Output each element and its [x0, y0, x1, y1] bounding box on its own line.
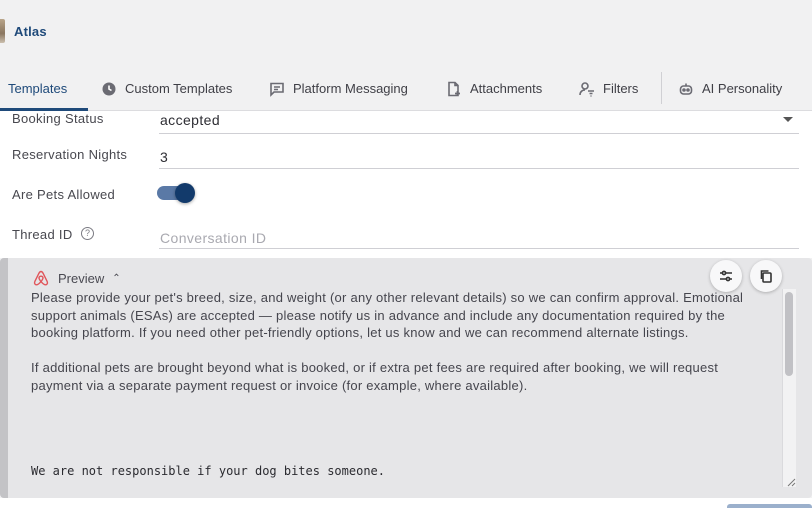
- booking-status-value: accepted: [160, 112, 221, 128]
- resize-handle-icon[interactable]: [786, 477, 796, 487]
- thread-id-label: Thread ID: [12, 227, 73, 242]
- preview-paragraph: If additional pets are brought beyond wh…: [31, 360, 719, 393]
- copy-icon: [760, 270, 772, 283]
- clock-icon: [102, 82, 116, 95]
- preview-header[interactable]: Preview ⌃: [32, 270, 121, 286]
- tab-filters[interactable]: Filters: [579, 66, 638, 111]
- tab-label: Filters: [603, 81, 639, 96]
- preview-paragraph: Please provide your pet's breed, size, a…: [31, 290, 744, 340]
- tab-label: Platform Messaging: [293, 81, 408, 96]
- tab-divider: [661, 72, 662, 104]
- tab-templates[interactable]: Templates: [8, 66, 67, 111]
- thread-id-input[interactable]: Conversation ID: [159, 225, 799, 249]
- chevron-down-icon: [783, 117, 793, 122]
- tab-platform-messaging[interactable]: Platform Messaging: [269, 66, 408, 111]
- tab-bar: Templates Custom Templates Platform Mess…: [0, 66, 812, 111]
- sliders-icon: [720, 270, 732, 282]
- robot-icon: [679, 83, 693, 95]
- tab-label: AI Personality: [702, 81, 783, 96]
- tab-label: Custom Templates: [125, 81, 233, 96]
- reservation-nights-input[interactable]: 3: [159, 145, 799, 169]
- thread-id-placeholder: Conversation ID: [160, 230, 267, 246]
- file-plus-icon: [448, 81, 460, 96]
- pets-allowed-label: Are Pets Allowed: [12, 187, 116, 202]
- tab-ai-personality[interactable]: AI Personality: [678, 66, 782, 111]
- app-avatar[interactable]: [0, 19, 5, 43]
- tab-label: Attachments: [470, 81, 543, 96]
- user-filter-icon: [579, 81, 594, 97]
- toggle-knob[interactable]: [175, 183, 195, 203]
- copy-button[interactable]: [750, 260, 782, 292]
- preview-title: Preview: [58, 270, 105, 286]
- booking-status-select[interactable]: accepted: [159, 110, 799, 134]
- chevron-up-icon: ⌃: [112, 272, 121, 284]
- tab-label: Templates: [8, 81, 68, 96]
- bottom-bar: [0, 498, 812, 508]
- template-form: Booking Status accepted Reservation Nigh…: [0, 111, 812, 258]
- tab-attachments[interactable]: Attachments: [446, 66, 542, 111]
- tab-custom-templates[interactable]: Custom Templates: [101, 66, 232, 111]
- adjust-settings-button[interactable]: [710, 260, 742, 292]
- reservation-nights-value: 3: [160, 149, 169, 165]
- preview-body[interactable]: Please provide your pet's breed, size, a…: [31, 289, 771, 412]
- app-header: Atlas: [0, 0, 812, 66]
- preview-mono-line: We are not responsible if your dog bites…: [31, 464, 386, 478]
- booking-status-label: Booking Status: [12, 111, 104, 126]
- reservation-nights-label: Reservation Nights: [12, 147, 128, 162]
- airbnb-icon: [33, 270, 49, 286]
- help-icon[interactable]: ?: [81, 227, 94, 240]
- app-name[interactable]: Atlas: [14, 24, 47, 39]
- chat-icon: [270, 82, 284, 97]
- bottom-action-button[interactable]: [727, 504, 812, 508]
- scrollbar-thumb[interactable]: [785, 292, 793, 376]
